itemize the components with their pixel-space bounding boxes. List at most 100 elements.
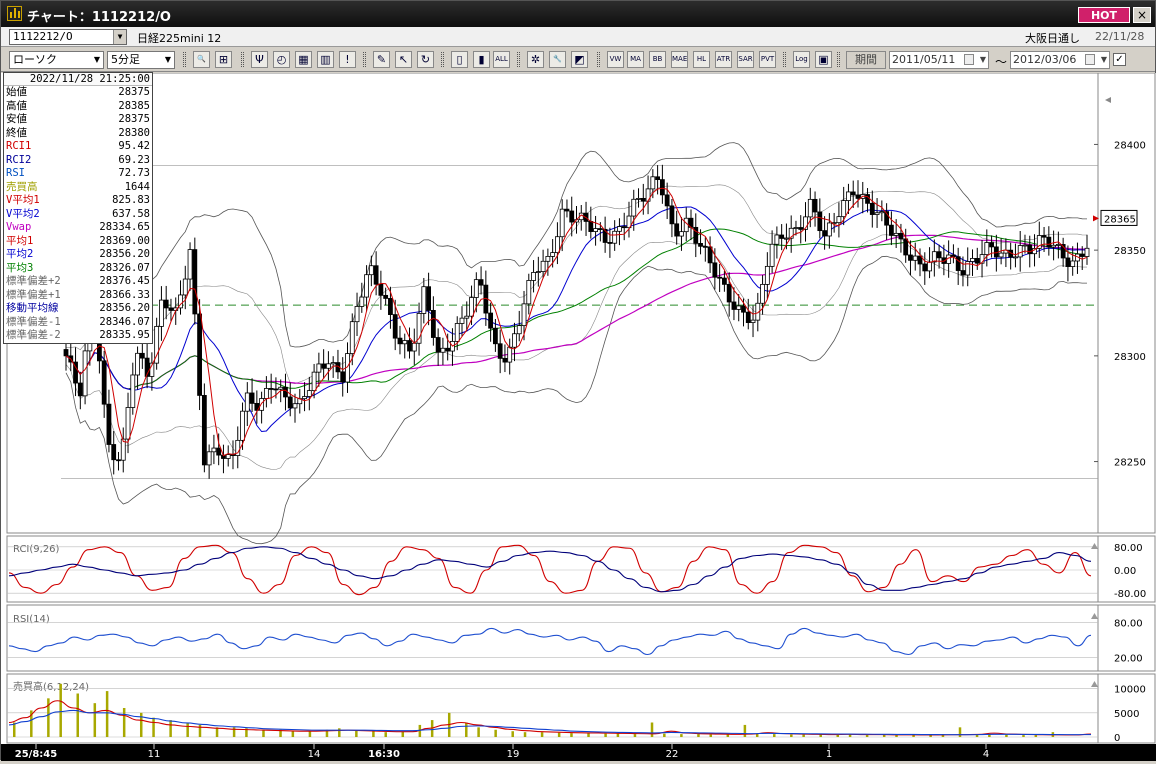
bear-icon[interactable]: Ψ (251, 51, 268, 68)
bb-icon[interactable]: BB (649, 51, 666, 68)
chart-panel-frame (6, 535, 1099, 603)
candle-body (760, 283, 765, 304)
candle-body (731, 301, 737, 310)
zoom-icon[interactable]: 🔍 (193, 51, 210, 68)
to-date-field[interactable]: 2012/03/06 ▼ (1010, 51, 1110, 69)
candle-body (1051, 244, 1057, 248)
period-checkbox[interactable]: ✓ (1113, 53, 1126, 66)
volume-bar (308, 731, 312, 737)
chart-type-value: ローソク (13, 53, 57, 66)
grid-chart-icon[interactable]: ▦ (295, 51, 312, 68)
chevron-down-icon[interactable]: ▼ (113, 30, 126, 44)
info-icon[interactable]: ! (339, 51, 356, 68)
info-label: RCI2 (6, 153, 32, 166)
sar-icon[interactable]: SAR (737, 51, 754, 68)
volume-bar (477, 727, 480, 737)
palette-icon[interactable]: ◩ (571, 51, 588, 68)
multi-bar-icon[interactable]: ▥ (317, 51, 334, 68)
candle-body (464, 315, 470, 319)
candle-body (970, 258, 975, 262)
volume-bar (663, 733, 666, 737)
calendar-icon[interactable] (1085, 54, 1095, 65)
candle-body (163, 299, 169, 309)
chart-area[interactable]: 28250 28300 28350 28400 28365 RCI(9,26) -80.00… (1, 72, 1156, 761)
rotate-icon[interactable]: ↻ (417, 51, 434, 68)
cursor-icon[interactable]: ↖ (395, 51, 412, 68)
volume-bar (186, 722, 189, 737)
candle-body (359, 296, 365, 307)
from-date-field[interactable]: 2011/05/11 ▼ (889, 51, 989, 69)
candle-body (807, 198, 813, 218)
info-label: 売買高 (6, 180, 38, 193)
info-label: 標準偏差+1 (6, 288, 61, 301)
chevron-down-icon[interactable]: ▼ (980, 52, 986, 68)
period-button[interactable]: 期間 (846, 51, 886, 69)
volume-bar (604, 733, 607, 737)
candle-body (826, 222, 832, 237)
toolbar-separator (837, 52, 840, 67)
candle-body (497, 343, 503, 359)
mae-icon[interactable]: MAE (671, 51, 688, 68)
settings-icon[interactable]: ✲ (527, 51, 544, 68)
pvt-icon[interactable]: PVT (759, 51, 776, 68)
close-button[interactable]: × (1133, 7, 1151, 23)
log-icon[interactable]: Log (793, 51, 810, 68)
candle-split-icon[interactable]: ▮ (473, 51, 490, 68)
candle-body (435, 337, 441, 353)
chart-type-select[interactable]: ローソク ▼ (9, 51, 104, 69)
candle-body (187, 249, 193, 280)
info-value: 28356.20 (99, 302, 150, 314)
symbol-input[interactable]: 1112212/O ▼ (9, 29, 127, 45)
candle-body (368, 265, 374, 276)
all-icon[interactable]: ALL (493, 51, 510, 68)
chart-canvas[interactable]: 28250 28300 28350 28400 28365 RCI(9,26) -80.00… (1, 72, 1156, 761)
candle-body (263, 388, 269, 399)
chart-window: チャート：1112212/O HOT × 1112212/O ▼ 日経225mi… (0, 0, 1156, 761)
hl-icon[interactable]: HL (693, 51, 710, 68)
info-label: 終値 (6, 126, 27, 139)
candle-body (106, 403, 112, 445)
chevron-down-icon[interactable]: ▼ (1101, 52, 1107, 68)
expand-panel-icon (1091, 613, 1098, 619)
candle-icon[interactable]: ▯ (451, 51, 468, 68)
calendar-icon[interactable] (964, 54, 974, 65)
candle-body (373, 265, 379, 285)
volume-bar (802, 734, 805, 737)
candle-body (459, 317, 465, 324)
volume-bar (93, 703, 97, 737)
y-tick-label: 28250 (1114, 458, 1146, 469)
info-value: 28335.95 (99, 329, 150, 341)
candle-body (192, 249, 198, 315)
vwap-icon[interactable]: VW (607, 51, 624, 68)
candle-body (1055, 244, 1061, 246)
candle-body (612, 230, 618, 244)
window-icon[interactable]: ▣ (815, 51, 832, 68)
stopwatch-icon[interactable]: ◴ (273, 51, 290, 68)
candle-body (120, 438, 126, 461)
volume-bar (494, 729, 497, 737)
interval-select[interactable]: 5分足 ▼ (107, 51, 175, 69)
pencil-icon[interactable]: ✎ (373, 51, 390, 68)
volume-bar (401, 731, 405, 737)
volume-bar (633, 734, 637, 737)
candle-body (569, 210, 575, 223)
info-label: 標準偏差-1 (6, 315, 61, 328)
title-bar[interactable]: チャート：1112212/O HOT × (1, 1, 1155, 27)
candle-body (502, 357, 508, 363)
candle-body (741, 305, 746, 313)
info-label: RSI (6, 167, 25, 179)
atr-icon[interactable]: ATR (715, 51, 732, 68)
candle-body (659, 179, 665, 196)
candle-body (116, 459, 121, 462)
info-label: Vwap (6, 221, 32, 233)
volume-bar (570, 733, 573, 737)
candle-body (378, 283, 384, 296)
volume-bar (743, 724, 747, 737)
candle-body (1070, 260, 1076, 267)
ma-icon[interactable]: MA (627, 51, 644, 68)
hot-button[interactable]: HOT (1078, 7, 1130, 23)
bar-layout-icon[interactable]: ⊞ (215, 51, 232, 68)
wrench-icon[interactable]: 🔧 (549, 51, 566, 68)
info-label: 高値 (6, 99, 27, 112)
candle-body (302, 396, 307, 400)
